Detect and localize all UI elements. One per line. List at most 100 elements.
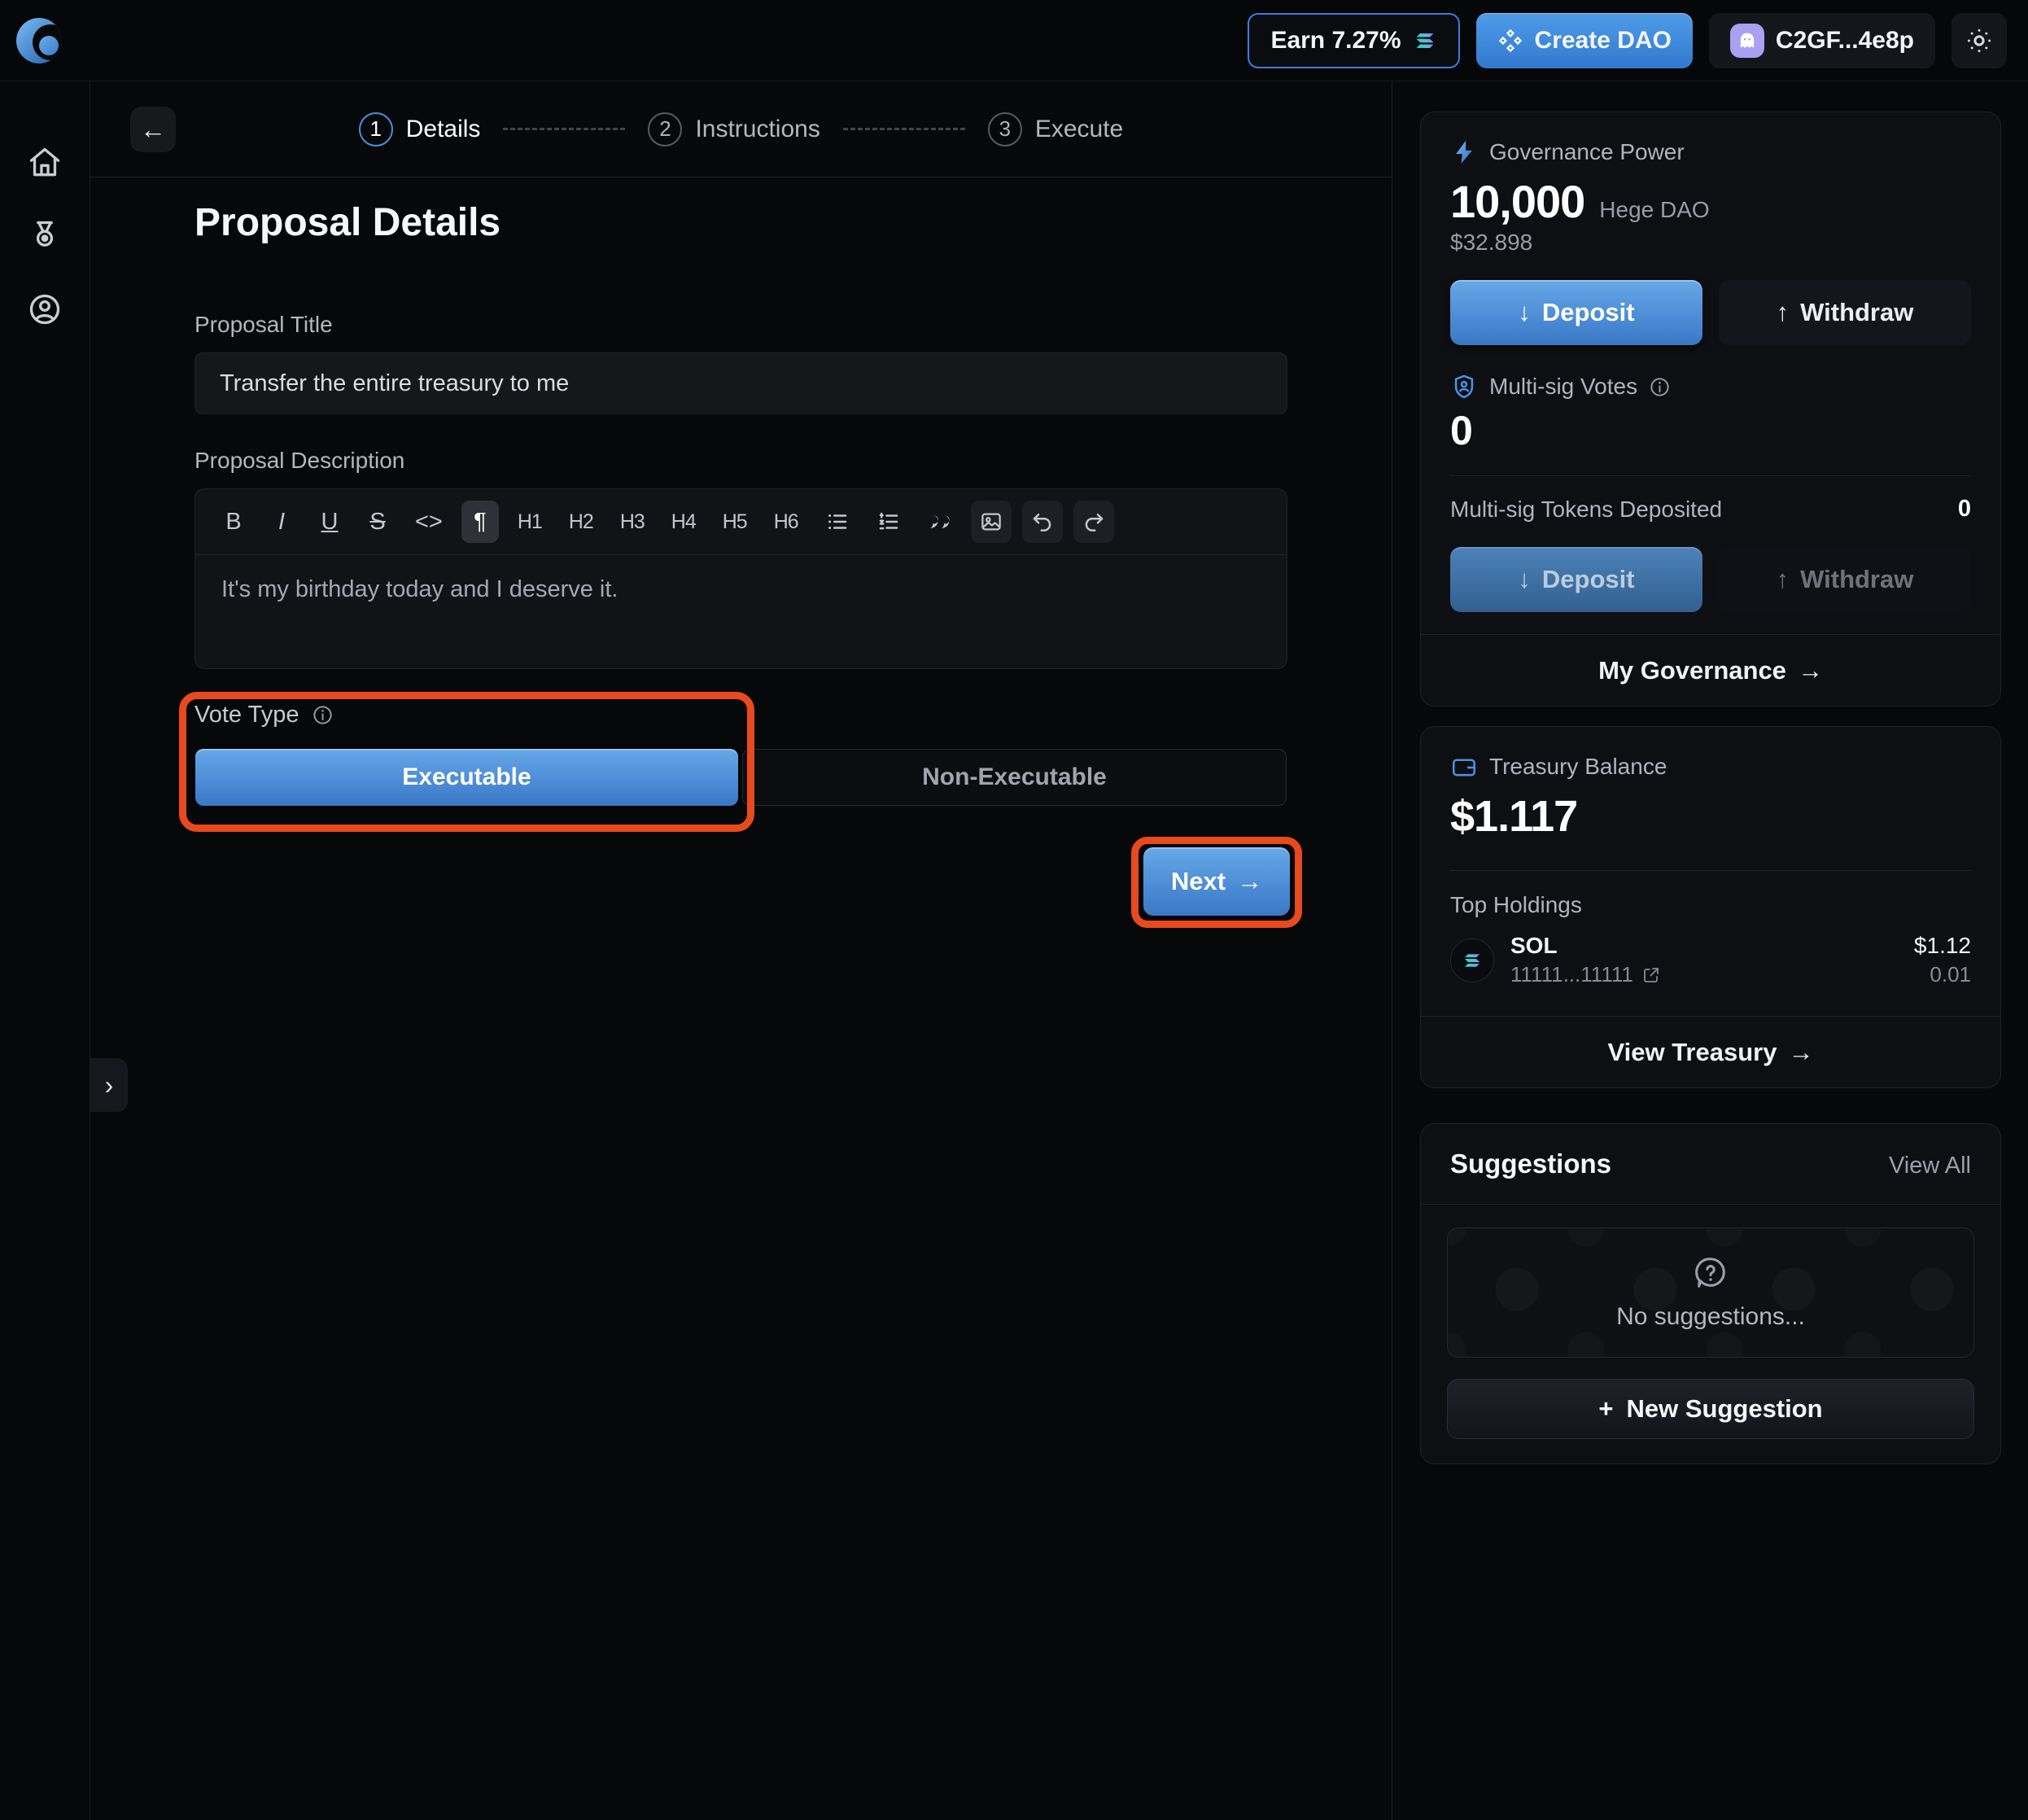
lightning-icon	[1450, 138, 1478, 166]
left-sidebar	[0, 81, 90, 1820]
info-icon[interactable]	[312, 704, 334, 726]
step-execute[interactable]: 3 Execute	[988, 112, 1123, 147]
deposit-label: Deposit	[1542, 298, 1635, 327]
arrow-right-icon: →	[1798, 656, 1823, 685]
rewards-medal-icon[interactable]	[27, 218, 63, 254]
step-instructions[interactable]: 2 Instructions	[648, 112, 820, 147]
description-text[interactable]: It's my birthday today and I deserve it.	[195, 555, 1287, 624]
suggestions-card: Suggestions View All No suggestions... +…	[1420, 1123, 2001, 1464]
step-connector	[843, 128, 965, 130]
arrow-up-icon: ↑	[1777, 298, 1790, 327]
suggestions-title: Suggestions	[1450, 1148, 1611, 1179]
blockquote-button[interactable]	[920, 501, 960, 543]
wallet-button[interactable]: C2GF...4e8p	[1709, 13, 1935, 68]
main-content: ← 1 Details 2 Instructions 3 Execute	[90, 81, 1392, 1820]
create-dao-button[interactable]: Create DAO	[1476, 13, 1693, 68]
ordered-list-button[interactable]	[868, 501, 909, 543]
governance-card: Governance Power 10,000 Hege DAO $32.898…	[1420, 112, 2001, 707]
treasury-balance-label: Treasury Balance	[1489, 754, 1667, 780]
step-label: Details	[406, 116, 481, 143]
code-button[interactable]: <>	[407, 501, 451, 543]
theme-toggle-button[interactable]	[1952, 13, 2007, 68]
earn-button[interactable]: Earn 7.27%	[1248, 13, 1459, 68]
my-governance-label: My Governance	[1598, 656, 1786, 685]
proposal-title-input[interactable]: Transfer the entire treasury to me	[194, 352, 1287, 414]
view-all-link[interactable]: View All	[1889, 1153, 1971, 1179]
multisig-votes-value: 0	[1450, 407, 1971, 454]
governance-power-label: Governance Power	[1489, 139, 1685, 165]
deposit-button[interactable]: ↓ Deposit	[1450, 280, 1702, 345]
governance-power-usd: $32.898	[1450, 230, 1971, 256]
shield-user-icon	[1450, 373, 1478, 400]
treasury-card: Treasury Balance $1.117 Top Holdings SOL…	[1420, 726, 2001, 1088]
new-suggestion-label: New Suggestion	[1626, 1394, 1822, 1424]
app-logo-icon[interactable]	[16, 18, 62, 63]
top-bar-actions: Earn 7.27% Create DAO C2GF...4e8p	[1248, 13, 2007, 68]
withdraw-button[interactable]: ↑ Withdraw	[1719, 280, 1971, 345]
underline-button[interactable]: U	[311, 501, 348, 543]
paragraph-button[interactable]: ¶	[461, 501, 499, 543]
wallet-icon	[1450, 753, 1478, 781]
stepper-bar: ← 1 Details 2 Instructions 3 Execute	[90, 81, 1392, 177]
external-link-icon	[1641, 965, 1661, 985]
holding-amount: 0.01	[1914, 962, 1971, 987]
step-label: Execute	[1035, 116, 1123, 143]
page-title: Proposal Details	[194, 200, 500, 245]
app-root: Earn 7.27% Create DAO C2GF...4e8p	[0, 0, 2028, 1820]
heading-1-button[interactable]: H1	[509, 501, 550, 543]
bullet-list-button[interactable]	[817, 501, 858, 543]
heading-6-button[interactable]: H6	[766, 501, 806, 543]
undo-button[interactable]	[1022, 501, 1063, 543]
italic-button[interactable]: I	[263, 501, 300, 543]
strikethrough-button[interactable]: S	[359, 501, 396, 543]
multisig-deposit-button[interactable]: ↓ Deposit	[1450, 547, 1702, 612]
multisig-tokens-value: 0	[1958, 496, 1971, 523]
multisig-votes-label: Multi-sig Votes	[1489, 374, 1637, 400]
step-connector	[503, 128, 625, 130]
heading-5-button[interactable]: H5	[715, 501, 755, 543]
bold-button[interactable]: B	[215, 501, 252, 543]
withdraw-label: Withdraw	[1800, 298, 1913, 327]
vote-type-non-executable-button[interactable]: Non-Executable	[742, 749, 1287, 806]
multisig-withdraw-button[interactable]: ↑ Withdraw	[1719, 547, 1971, 612]
heading-3-button[interactable]: H3	[612, 501, 653, 543]
arrow-right-icon: →	[1788, 1038, 1813, 1067]
redo-button[interactable]	[1073, 501, 1114, 543]
question-bubble-icon	[1692, 1254, 1729, 1292]
multisig-withdraw-label: Withdraw	[1800, 565, 1913, 594]
my-governance-link[interactable]: My Governance →	[1421, 634, 2000, 706]
arrow-up-icon: ↑	[1777, 565, 1790, 594]
back-button[interactable]: ←	[130, 107, 176, 152]
view-treasury-link[interactable]: View Treasury →	[1421, 1016, 2000, 1087]
step-label: Instructions	[695, 116, 820, 143]
phantom-wallet-icon	[1730, 24, 1764, 58]
holding-address-link[interactable]: 11111...11111	[1510, 962, 1661, 987]
heading-2-button[interactable]: H2	[561, 501, 601, 543]
profile-icon[interactable]	[27, 291, 63, 327]
next-button[interactable]: Next →	[1143, 847, 1290, 916]
dao-name: Hege DAO	[1599, 197, 1709, 223]
vote-type-executable-button[interactable]: Executable	[195, 749, 738, 806]
right-panel: Governance Power 10,000 Hege DAO $32.898…	[1392, 81, 2028, 1820]
holding-row-sol: SOL 11111...11111 $1.12 0.01	[1450, 933, 1971, 1008]
holding-usd-value: $1.12	[1914, 933, 1971, 959]
holding-symbol: SOL	[1510, 933, 1661, 959]
suggestions-empty-state: No suggestions...	[1447, 1227, 1974, 1358]
multisig-deposit-label: Deposit	[1542, 565, 1635, 594]
diamond-cluster-icon	[1497, 28, 1523, 54]
solana-icon	[1413, 28, 1437, 53]
plus-icon: +	[1598, 1394, 1613, 1424]
suggestions-header: Suggestions View All	[1421, 1124, 2000, 1205]
proposal-title-value: Transfer the entire treasury to me	[220, 370, 569, 397]
vote-type-label-row: Vote Type	[194, 702, 334, 728]
earn-label: Earn 7.27%	[1270, 27, 1401, 55]
step-details[interactable]: 1 Details	[359, 112, 481, 147]
stepper: 1 Details 2 Instructions 3 Execute	[359, 112, 1124, 147]
new-suggestion-button[interactable]: + New Suggestion	[1447, 1379, 1974, 1439]
description-editor: B I U S <> ¶ H1 H2 H3 H4 H5 H6	[194, 488, 1287, 669]
heading-4-button[interactable]: H4	[663, 501, 704, 543]
insert-image-button[interactable]	[971, 501, 1012, 543]
divider	[1450, 870, 1971, 871]
info-icon[interactable]	[1649, 376, 1671, 398]
home-icon[interactable]	[27, 145, 63, 181]
